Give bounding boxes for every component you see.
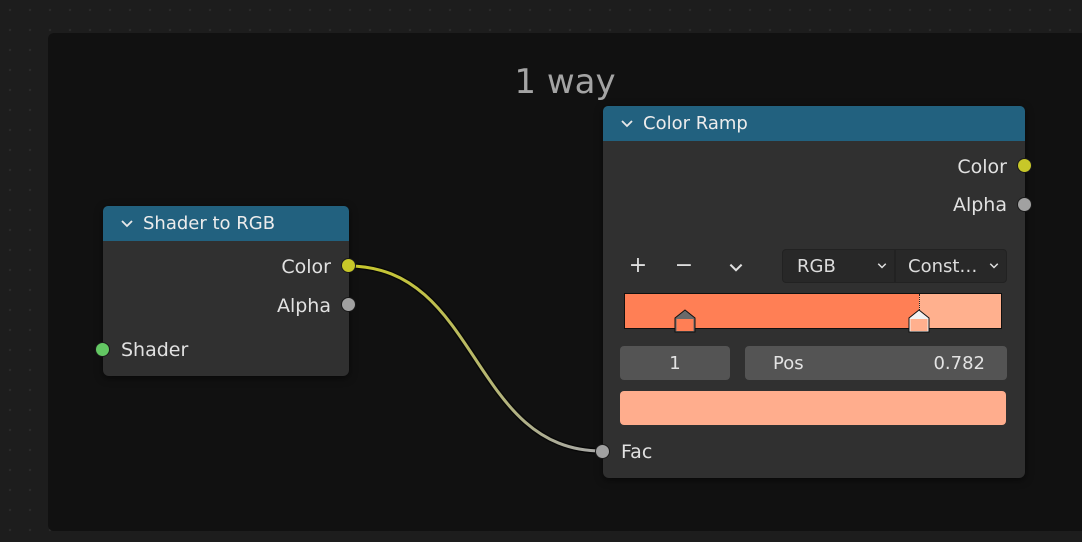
chevron-down-icon — [877, 263, 887, 269]
input-shader-label: Shader — [121, 339, 189, 361]
interpolation-dropdown[interactable]: Const… — [895, 249, 1007, 283]
active-stop-index-field[interactable]: 1 — [620, 346, 730, 380]
ramp-color-output-socket[interactable] — [1017, 158, 1032, 173]
position-slider[interactable]: Pos 0.782 — [745, 346, 1007, 380]
fac-input-socket[interactable] — [595, 444, 610, 459]
output-color-label: Color — [957, 156, 1007, 178]
collapse-chevron-icon[interactable] — [119, 216, 135, 232]
ramp-alpha-output-socket[interactable] — [1017, 197, 1032, 212]
color-ramp-node[interactable]: Color Ramp Color Alpha + − RGB Const… 1 — [603, 106, 1025, 478]
input-fac-label: Fac — [621, 441, 653, 463]
remove-stop-button[interactable]: − — [669, 251, 699, 281]
alpha-output-socket[interactable] — [341, 297, 356, 312]
color-stop-0[interactable] — [674, 309, 696, 333]
color-ramp-gradient[interactable] — [624, 293, 1002, 333]
interpolation-value: Const… — [908, 255, 978, 277]
node-title: Shader to RGB — [143, 213, 276, 234]
ramp-segment-1 — [625, 294, 919, 328]
chevron-down-icon — [989, 263, 999, 269]
shader-to-rgb-node[interactable]: Shader to RGB Color Alpha Shader — [103, 206, 349, 376]
color-output-socket[interactable] — [341, 258, 356, 273]
active-stop-color-swatch[interactable] — [620, 391, 1006, 425]
color-ramp-header[interactable]: Color Ramp — [603, 106, 1025, 141]
position-label: Pos — [773, 352, 804, 374]
color-mode-dropdown[interactable]: RGB — [782, 249, 895, 283]
position-value: 0.782 — [933, 352, 985, 374]
node-title: Color Ramp — [643, 113, 748, 134]
color-mode-value: RGB — [797, 255, 836, 277]
add-stop-button[interactable]: + — [623, 251, 653, 281]
shader-input-socket[interactable] — [95, 342, 110, 357]
ramp-segment-2 — [919, 294, 1001, 328]
output-alpha-label: Alpha — [952, 194, 1007, 216]
output-alpha-label: Alpha — [276, 295, 331, 317]
shader-to-rgb-header[interactable]: Shader to RGB — [103, 206, 349, 241]
output-color-label: Color — [281, 256, 331, 278]
ramp-menu-chevron-icon[interactable] — [727, 259, 745, 277]
color-stop-1[interactable] — [908, 309, 930, 333]
active-stop-index: 1 — [669, 352, 681, 374]
collapse-chevron-icon[interactable] — [619, 116, 635, 132]
